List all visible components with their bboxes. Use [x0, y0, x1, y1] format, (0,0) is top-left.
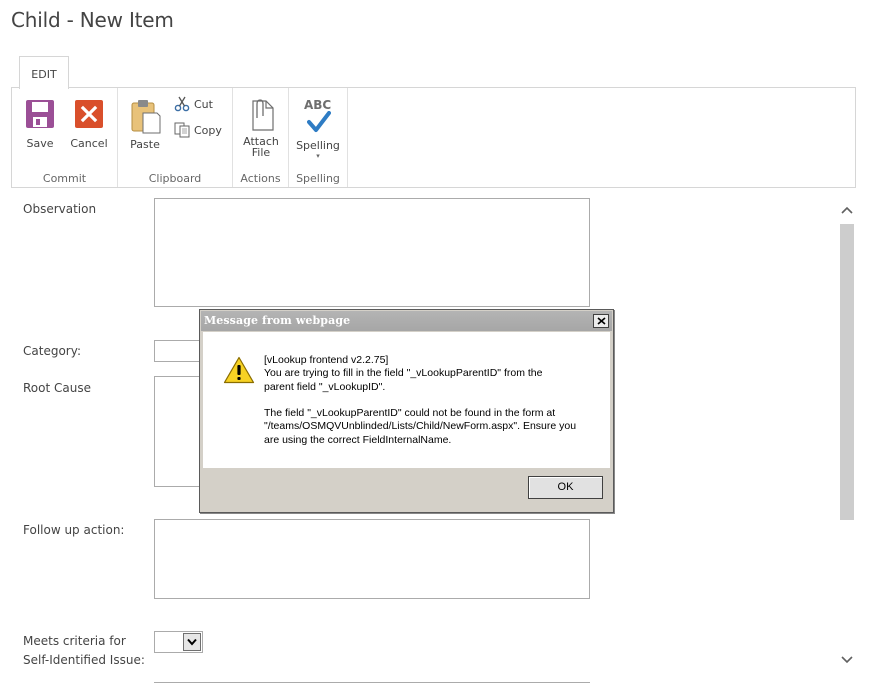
scroll-down-icon[interactable] [839, 650, 855, 670]
next-field-border [154, 682, 590, 683]
dialog-message: [vLookup frontend v2.2.75] You are tryin… [264, 354, 577, 446]
meets-criteria-label: Meets criteria for Self-Identified Issue… [23, 632, 145, 670]
abc-text: ABC [304, 98, 332, 112]
warning-icon [223, 356, 255, 384]
category-label: Category: [23, 344, 81, 358]
attach-label-line2: File [251, 146, 271, 159]
checkmark-icon [307, 111, 331, 132]
spelling-label: Spelling [296, 139, 340, 152]
message-dialog: Message from webpage [vLookup frontend v… [199, 309, 614, 513]
chevron-down-icon[interactable] [183, 633, 201, 651]
ribbon-group-actions: Attach File Actions [233, 88, 289, 187]
spelling-dropdown-arrow[interactable]: ▾ [295, 151, 341, 161]
commit-group-label: Commit [42, 172, 87, 185]
observation-label: Observation [23, 202, 97, 216]
cut-button[interactable]: Cut [174, 95, 213, 113]
spelling-button[interactable]: ABC Spelling ▾ [295, 97, 341, 161]
category-input[interactable] [154, 340, 202, 362]
scissors-icon [174, 96, 190, 112]
spelling-group-label: Spelling [296, 172, 340, 185]
abc-checkmark-icon: ABC [295, 97, 341, 133]
copy-button[interactable]: Copy [174, 121, 222, 139]
actions-group-label: Actions [240, 172, 281, 185]
ribbon: Save Cancel Commit Paste Cut Copy Clipbo… [11, 87, 856, 188]
vertical-scrollbar[interactable] [839, 198, 855, 672]
paste-button[interactable]: Paste [124, 99, 166, 150]
meets-criteria-select[interactable] [154, 631, 203, 653]
cancel-button[interactable]: Cancel [68, 99, 110, 149]
page-title: Child - New Item [11, 8, 174, 32]
scrollbar-thumb[interactable] [840, 224, 854, 520]
meets-criteria-label-line2: Self-Identified Issue: [23, 653, 145, 667]
paste-label: Paste [130, 138, 160, 151]
meets-criteria-label-line1: Meets criteria for [23, 634, 126, 648]
clipboard-group-label: Clipboard [148, 172, 202, 185]
close-icon[interactable] [593, 314, 609, 328]
ribbon-group-clipboard: Paste Cut Copy Clipboard [118, 88, 233, 187]
ok-button[interactable]: OK [528, 476, 603, 499]
dialog-title: Message from webpage [204, 314, 351, 327]
cancel-label: Cancel [70, 137, 108, 150]
dialog-body: [vLookup frontend v2.2.75] You are tryin… [203, 332, 610, 468]
copy-label: Copy [194, 123, 222, 137]
save-icon [26, 100, 54, 128]
ribbon-group-commit: Save Cancel Commit [12, 88, 118, 187]
save-label: Save [26, 137, 54, 150]
root-cause-label: Root Cause [23, 381, 91, 395]
paperclip-file-icon [252, 99, 274, 131]
scroll-up-icon[interactable] [839, 200, 855, 220]
copy-icon [174, 122, 190, 138]
cancel-icon [75, 100, 103, 128]
tab-edit[interactable]: EDIT [19, 56, 69, 89]
cut-label: Cut [194, 97, 213, 111]
paste-icon [131, 100, 161, 134]
observation-textarea[interactable] [154, 198, 590, 307]
dialog-titlebar[interactable]: Message from webpage [201, 311, 612, 331]
save-button[interactable]: Save [22, 99, 58, 149]
follow-up-textarea[interactable] [154, 519, 590, 599]
ribbon-group-spelling: ABC Spelling ▾ Spelling [289, 88, 348, 187]
follow-up-label: Follow up action: [23, 523, 125, 537]
attach-file-button[interactable]: Attach File [240, 98, 282, 158]
